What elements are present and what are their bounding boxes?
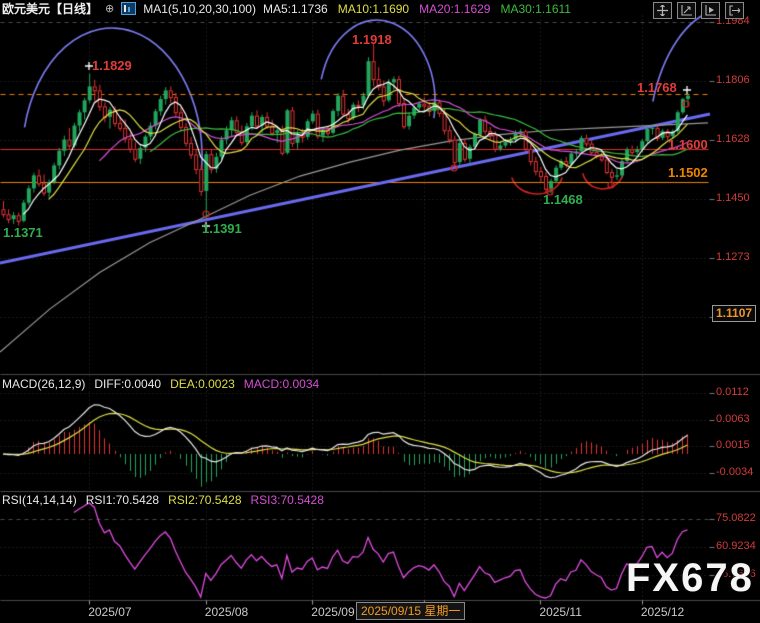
indicator-icon[interactable] (121, 2, 136, 15)
ma-values-group: MA5:1.1736 MA10:1.1690 MA20:1.1629 MA30:1.1… (263, 2, 571, 16)
toolbar (653, 2, 744, 19)
ma-value-label: MA30:1.1611 (500, 2, 571, 16)
x-axis-label: 2025/09 (311, 605, 354, 619)
ma-value-label: MA5:1.1736 (263, 2, 328, 16)
rsi-params-label: RSI(14,14,14) (2, 493, 77, 507)
selected-date-box: 2025/09/15 星期一 (356, 602, 465, 620)
y-axis-label: 60.9234 (716, 540, 756, 552)
macd-params-label: MACD(26,12,9) (2, 377, 85, 391)
macd-dea-label: DEA:0.0023 (170, 377, 235, 391)
pin-icon[interactable]: ⊕ (105, 2, 114, 15)
macd-macd-label: MACD:0.0034 (244, 377, 319, 391)
chart-window: 欧元美元【日线】 ⊕ MA1(5,10,20,30,100) MA5:1.173… (0, 0, 760, 623)
symbol-title: 欧元美元【日线】 (2, 0, 98, 17)
y-axis-label: 0.0063 (716, 413, 750, 425)
price-annotation: 1.1468 (543, 192, 583, 207)
macd-diff-label: DIFF:0.0040 (94, 377, 161, 391)
y-axis-label: 0.0112 (716, 386, 749, 398)
ma-value-label: MA10:1.1690 (338, 2, 409, 16)
x-axis-label: 2025/12 (641, 605, 684, 619)
auto-scale-icon[interactable] (677, 2, 696, 19)
cursor-price-box: 1.1107 (712, 305, 756, 322)
y-axis-label: 1.1450 (716, 192, 750, 204)
ma-settings-label: MA1(5,10,20,30,100) (143, 2, 256, 16)
x-axis-label: 2025/07 (88, 605, 131, 619)
exit-right-icon[interactable] (725, 2, 744, 19)
play-axis-icon[interactable] (701, 2, 720, 19)
header: 欧元美元【日线】 ⊕ MA1(5,10,20,30,100) MA5:1.173… (2, 1, 571, 16)
y-axis-label: 1.1628 (716, 133, 750, 145)
x-axis-label: 2025/08 (205, 605, 248, 619)
y-axis-label: 0.0015 (716, 439, 750, 451)
x-axis-label: 2025/11 (539, 605, 582, 619)
price-annotation: 1.1502 (668, 165, 708, 180)
macd-label-row: MACD(26,12,9) DIFF:0.0040 DEA:0.0023 MAC… (2, 377, 319, 391)
pan-move-icon[interactable] (653, 2, 672, 19)
watermark: FX678 (626, 556, 754, 601)
y-axis-label: -0.0034 (716, 466, 753, 478)
price-annotation: 1.1768 (637, 80, 677, 95)
ma-value-label: MA20:1.1629 (419, 2, 490, 16)
rsi3-label: RSI3:70.5428 (251, 493, 324, 507)
rsi2-label: RSI2:70.5428 (168, 493, 241, 507)
price-annotation: 1.1829 (92, 58, 132, 73)
price-annotation: 1.1391 (202, 221, 242, 236)
rsi1-label: RSI1:70.5428 (86, 493, 159, 507)
y-axis-label: 1.1273 (716, 251, 750, 263)
rsi-label-row: RSI(14,14,14) RSI1:70.5428 RSI2:70.5428 … (2, 493, 324, 507)
y-axis-label: 1.1806 (716, 74, 750, 86)
price-annotation: 1.1600 (668, 137, 708, 152)
price-annotation: 1.1371 (3, 225, 43, 240)
price-annotation: 1.1918 (352, 32, 392, 47)
y-axis-label: 75.0822 (716, 512, 756, 524)
